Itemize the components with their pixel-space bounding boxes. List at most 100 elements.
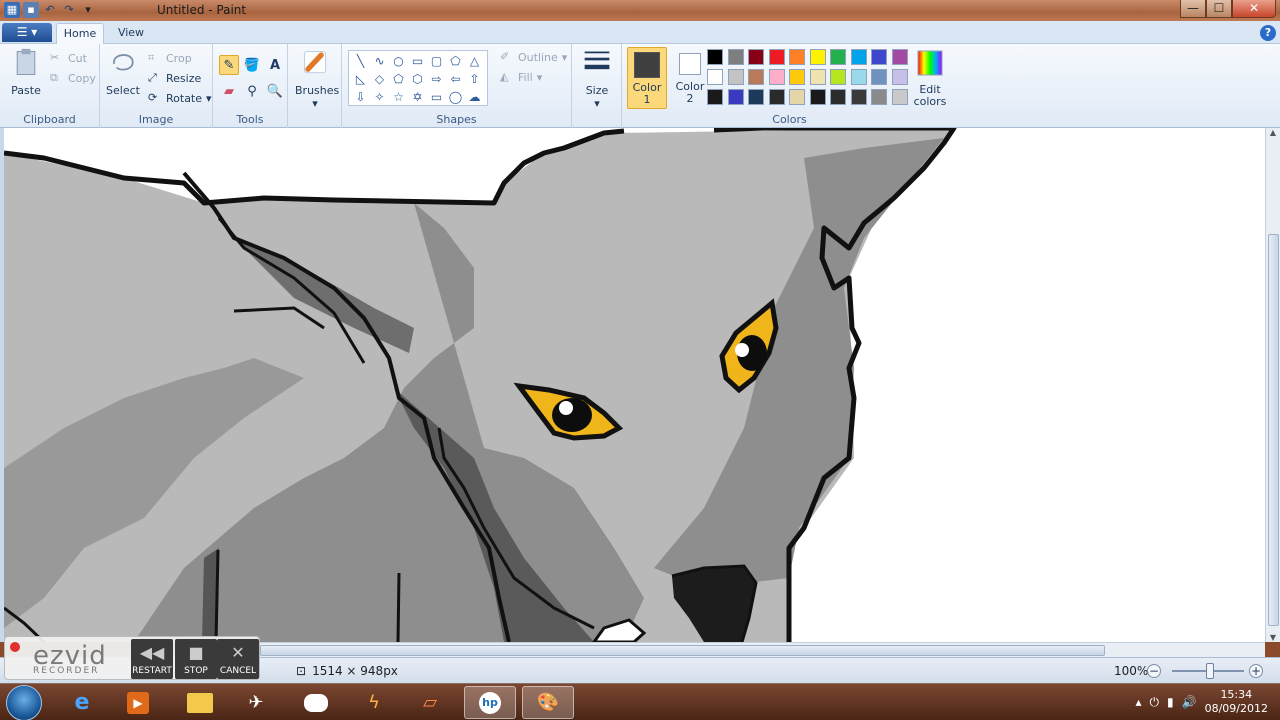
network-icon[interactable]: ▮ xyxy=(1167,695,1174,709)
select-button[interactable]: Select xyxy=(106,48,140,97)
palette-swatch[interactable] xyxy=(871,69,887,85)
resize-button[interactable]: ⤢ Resize xyxy=(148,71,201,85)
drawing-canvas[interactable] xyxy=(3,128,1265,642)
file-explorer-icon[interactable] xyxy=(174,686,226,719)
eraser-icon[interactable]: ▰ xyxy=(219,81,239,101)
app-icon-lightning[interactable]: ϟ xyxy=(348,686,400,719)
cancel-button[interactable]: ✕ CANCEL xyxy=(217,639,259,679)
volume-icon[interactable]: 🔊 xyxy=(1182,695,1197,709)
app-icon-scanner[interactable]: ▱ xyxy=(404,686,456,719)
show-hidden-icons-icon[interactable]: ▴ xyxy=(1136,695,1142,709)
triangle-shape-icon[interactable]: △ xyxy=(465,52,484,70)
palette-swatch[interactable] xyxy=(850,69,867,85)
brushes-button[interactable]: Brushes ▾ xyxy=(295,48,339,110)
tab-home[interactable]: Home xyxy=(56,23,104,44)
paint-menu-button[interactable]: ☰ ▾ xyxy=(2,23,52,42)
palette-swatch[interactable] xyxy=(871,49,887,65)
tab-view[interactable]: View xyxy=(108,23,154,44)
pencil-icon[interactable]: ✎ xyxy=(219,55,239,75)
four-point-star-shape-icon[interactable]: ✧ xyxy=(370,88,389,106)
power-icon[interactable]: ⏻ xyxy=(1150,695,1160,710)
vertical-scroll-thumb[interactable] xyxy=(1268,234,1279,626)
wolf-drawing[interactable] xyxy=(3,128,1265,642)
color2-button[interactable]: Color 2 xyxy=(671,47,709,109)
minimize-button[interactable]: — xyxy=(1180,0,1206,18)
palette-swatch[interactable] xyxy=(891,69,908,85)
zoom-slider-thumb[interactable] xyxy=(1206,663,1214,679)
callout-shape-icon[interactable]: ▭ xyxy=(427,88,446,106)
palette-swatch[interactable] xyxy=(727,89,744,105)
palette-swatch[interactable] xyxy=(707,69,723,85)
redo-icon[interactable]: ↷ xyxy=(61,2,77,18)
text-tool-icon[interactable]: A xyxy=(265,55,285,75)
six-point-star-shape-icon[interactable]: ✡ xyxy=(408,88,427,106)
restart-button[interactable]: ◀◀ RESTART xyxy=(131,639,173,679)
palette-swatch[interactable] xyxy=(768,69,785,85)
polygon-shape-icon[interactable]: ⬠ xyxy=(446,52,465,70)
color-picker-icon[interactable]: ⚲ xyxy=(242,81,262,101)
paste-button[interactable]: Paste xyxy=(6,48,46,97)
scroll-down-arrow-icon[interactable]: ▼ xyxy=(1266,633,1280,642)
canvas-workspace[interactable] xyxy=(0,128,1265,642)
zoom-out-icon[interactable]: − xyxy=(1147,664,1161,678)
stop-button[interactable]: ■ STOP xyxy=(175,639,217,679)
media-player-icon[interactable]: ▶ xyxy=(112,686,164,719)
palette-swatch[interactable] xyxy=(748,49,764,65)
outline-button[interactable]: ✐ Outline ▾ xyxy=(500,50,567,64)
palette-swatch[interactable] xyxy=(768,49,785,65)
palette-swatch[interactable] xyxy=(809,89,826,105)
messenger-icon[interactable] xyxy=(290,686,342,719)
help-icon[interactable]: ? xyxy=(1260,25,1276,41)
fill-bucket-icon[interactable]: 🪣 xyxy=(242,55,262,75)
save-icon[interactable]: ▪ xyxy=(23,2,39,18)
close-button[interactable]: ✕ xyxy=(1232,0,1276,18)
rounded-rectangle-shape-icon[interactable]: ▢ xyxy=(427,52,446,70)
palette-swatch[interactable] xyxy=(727,69,744,85)
edit-colors-button[interactable]: Edit colors xyxy=(910,48,950,108)
color1-button[interactable]: Color 1 xyxy=(627,47,667,109)
diamond-shape-icon[interactable]: ◇ xyxy=(370,70,389,88)
palette-swatch[interactable] xyxy=(789,49,805,65)
start-button-windows-icon[interactable] xyxy=(6,685,42,720)
maximize-button[interactable]: ☐ xyxy=(1206,0,1232,18)
palette-swatch[interactable] xyxy=(891,89,908,105)
pentagon-shape-icon[interactable]: ⬠ xyxy=(389,70,408,88)
hexagon-shape-icon[interactable]: ⬡ xyxy=(408,70,427,88)
palette-swatch[interactable] xyxy=(830,89,846,105)
palette-swatch[interactable] xyxy=(707,49,723,65)
horizontal-scrollbar[interactable] xyxy=(260,642,1265,657)
palette-swatch[interactable] xyxy=(748,89,764,105)
palette-swatch[interactable] xyxy=(789,69,805,85)
zoom-in-icon[interactable]: + xyxy=(1249,664,1263,678)
palette-swatch[interactable] xyxy=(830,49,846,65)
palette-swatch[interactable] xyxy=(789,89,805,105)
internet-explorer-icon[interactable]: e xyxy=(56,686,108,719)
right-triangle-shape-icon[interactable]: ◺ xyxy=(351,70,370,88)
five-point-star-shape-icon[interactable]: ☆ xyxy=(389,88,408,106)
fill-button[interactable]: ◭ Fill ▾ xyxy=(500,70,542,84)
crop-button[interactable]: ⌗ Crop xyxy=(148,51,192,65)
scroll-up-arrow-icon[interactable]: ▲ xyxy=(1266,128,1280,137)
clock[interactable]: 15:34 08/09/2012 xyxy=(1205,688,1268,716)
down-arrow-shape-icon[interactable]: ⇩ xyxy=(351,88,370,106)
curve-shape-icon[interactable]: ∿ xyxy=(370,52,389,70)
paint-app-icon[interactable]: ▦ xyxy=(4,2,20,18)
oval-callout-shape-icon[interactable]: ◯ xyxy=(446,88,465,106)
copy-button[interactable]: ⧉ Copy xyxy=(50,71,96,85)
line-shape-icon[interactable]: ╲ xyxy=(351,52,370,70)
horizontal-scroll-thumb[interactable] xyxy=(260,645,1105,656)
palette-swatch[interactable] xyxy=(768,89,785,105)
right-arrow-shape-icon[interactable]: ⇨ xyxy=(427,70,446,88)
rotate-button[interactable]: ⟳ Rotate ▾ xyxy=(148,91,212,105)
size-button[interactable]: Size ▾ xyxy=(580,48,614,110)
paint-taskbar-icon[interactable]: 🎨 xyxy=(522,686,574,719)
left-arrow-shape-icon[interactable]: ⇦ xyxy=(446,70,465,88)
rectangle-shape-icon[interactable]: ▭ xyxy=(408,52,427,70)
oval-shape-icon[interactable]: ○ xyxy=(389,52,408,70)
palette-swatch[interactable] xyxy=(830,69,846,85)
remote-desktop-icon[interactable]: ✈ xyxy=(230,686,282,719)
magnifier-icon[interactable]: 🔍 xyxy=(265,81,285,101)
vertical-scrollbar[interactable]: ▲ ▼ xyxy=(1265,128,1280,642)
cut-button[interactable]: ✂ Cut xyxy=(50,51,87,65)
palette-swatch[interactable] xyxy=(707,89,723,105)
